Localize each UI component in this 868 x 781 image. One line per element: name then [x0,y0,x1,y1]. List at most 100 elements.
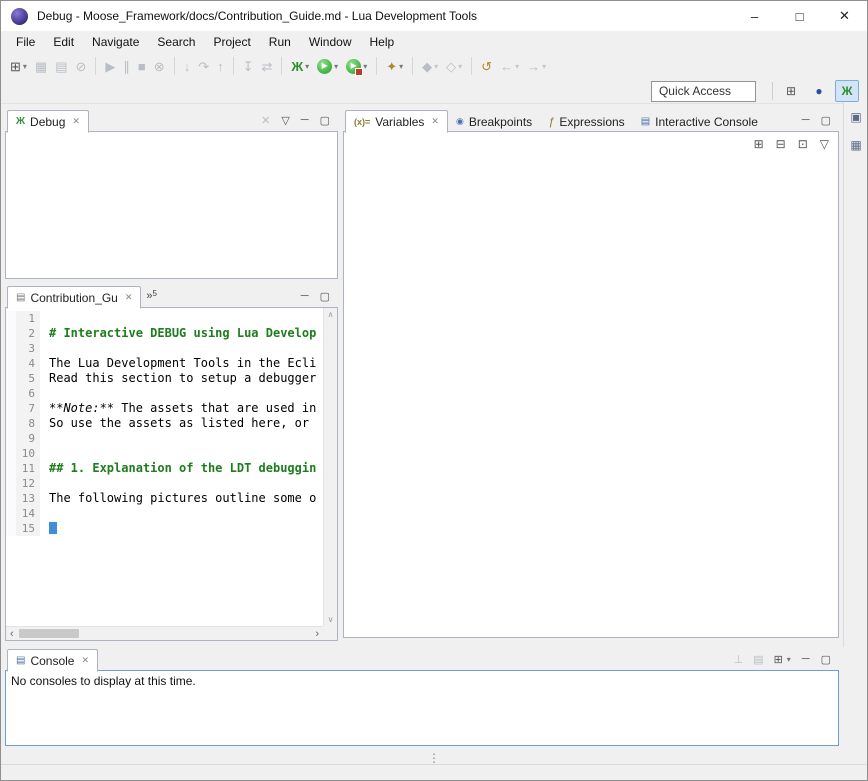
print-button[interactable]: ▤ [52,55,70,77]
disconnect-button[interactable]: ⊗ [151,55,168,77]
editor-tab-overflow[interactable]: » 5 [141,288,162,308]
last-edit-location-button[interactable]: ↺ [478,55,495,77]
next-annotation-button[interactable]: ◆▾ [419,55,441,77]
run-button[interactable]: ▶▾ [314,55,341,77]
resume-button[interactable]: ▶ [102,55,118,77]
pin-console-button[interactable]: ⊥ [734,653,744,666]
debug-button[interactable]: Ж▾ [288,55,312,77]
editor-line[interactable]: 5Read this section to setup a debugger [6,371,323,386]
open-perspective-button[interactable]: ⊞ [779,80,803,102]
menu-navigate[interactable]: Navigate [83,32,148,52]
window-minimize-button[interactable]: – [732,1,777,31]
terminate-button[interactable]: ■ [135,55,149,77]
step-return-button[interactable]: ↑ [214,55,227,77]
menu-run[interactable]: Run [260,32,300,52]
tab-breakpoints[interactable]: ◉Breakpoints [448,111,540,132]
menu-file[interactable]: File [7,32,44,52]
menu-help[interactable]: Help [361,32,404,52]
editor-line[interactable]: 4The Lua Development Tools in the Ecli [6,356,323,371]
dropdown-arrow-icon[interactable]: ▾ [363,62,367,71]
remove-all-terminated-button[interactable]: ✕ [261,114,270,127]
editor-line[interactable]: 8So use the assets as listed here, or [6,416,323,431]
maximize-view-icon[interactable]: ▢ [320,114,330,127]
editor-line[interactable]: 12 [6,476,323,491]
editor-line[interactable]: 6 [6,386,323,401]
scroll-left-icon[interactable]: ‹ [10,628,14,640]
editor-horizontal-scrollbar[interactable]: ‹ › [6,626,323,640]
skip-all-breakpoints-button[interactable]: ⊘ [73,55,90,77]
dropdown-arrow-icon[interactable]: ▾ [458,62,462,71]
tab-close-icon[interactable]: ✕ [125,292,133,303]
forward-button[interactable]: →▾ [524,55,549,77]
editor-line[interactable]: 13The following pictures outline some o [6,491,323,506]
editor-line[interactable]: 1 [6,311,323,326]
minimize-view-icon[interactable]: ─ [802,114,810,126]
window-maximize-button[interactable]: □ [777,1,822,31]
menu-project[interactable]: Project [204,32,259,52]
maximize-view-icon[interactable]: ▢ [320,290,330,303]
scroll-up-icon[interactable]: ∧ [328,310,334,319]
new-wizard-button[interactable]: ⊞▾ [7,55,30,77]
restore-minimized-view-1-button[interactable]: ▣ [850,110,861,124]
editor-line[interactable]: 14 [6,506,323,521]
editor-code[interactable]: 12# Interactive DEBUG using Lua Develop3… [6,308,323,626]
quick-access-input[interactable]: Quick Access [651,81,756,102]
debug-perspective-button[interactable]: Ж [835,80,859,102]
menu-window[interactable]: Window [300,32,361,52]
scrollbar-thumb[interactable] [19,629,79,638]
menu-edit[interactable]: Edit [44,32,83,52]
tab-variables[interactable]: (x)=Variables✕ [345,110,448,133]
scroll-right-icon[interactable]: › [315,628,319,640]
step-over-button[interactable]: ↷ [195,55,212,77]
dropdown-arrow-icon[interactable]: ▾ [305,62,309,71]
tab-close-icon[interactable]: ✕ [81,655,89,666]
editor-line[interactable]: 11## 1. Explanation of the LDT debuggin [6,461,323,476]
view-menu-icon[interactable]: ▽ [281,114,289,127]
previous-annotation-button[interactable]: ◇▾ [443,55,465,77]
dropdown-arrow-icon[interactable]: ▾ [23,62,27,71]
collapse-all-button[interactable]: ⊟ [776,137,786,151]
editor-line[interactable]: 3 [6,341,323,356]
show-logical-structure-button[interactable]: ⊞ [754,137,764,151]
suspend-button[interactable]: ∥ [120,55,133,77]
minimize-view-icon[interactable]: ─ [301,114,309,126]
dropdown-arrow-icon[interactable]: ▾ [434,62,438,71]
window-close-button[interactable]: ✕ [822,1,867,31]
dropdown-arrow-icon[interactable]: ▾ [399,62,403,71]
dropdown-arrow-icon[interactable]: ▾ [334,62,338,71]
tab-expressions[interactable]: ƒExpressions [540,111,633,132]
tab-close-icon[interactable]: ✕ [431,116,439,127]
restore-minimized-view-2-button[interactable]: ▦ [850,138,861,152]
dropdown-arrow-icon[interactable]: ▾ [542,62,546,71]
dropdown-arrow-icon[interactable]: ▾ [515,62,519,71]
drop-to-frame-button[interactable]: ↧ [240,55,257,77]
sash-drag-handle[interactable]: ⋮ [428,751,440,765]
tab-debug[interactable]: Ж Debug ✕ [7,110,89,133]
external-tools-button[interactable]: ▶▾ [343,55,370,77]
tab-close-icon[interactable]: ✕ [72,116,80,127]
view-menu-button[interactable]: ▽ [820,137,829,151]
open-console-button[interactable]: ⊞▾ [774,653,791,666]
minimize-view-icon[interactable]: ─ [802,653,810,665]
dropdown-arrow-icon[interactable]: ▾ [787,655,791,664]
editor-line[interactable]: 2# Interactive DEBUG using Lua Develop [6,326,323,341]
minimize-view-icon[interactable]: ─ [301,290,309,302]
scroll-down-icon[interactable]: ∨ [328,615,334,624]
tab-interactive-console[interactable]: ▤Interactive Console [633,111,766,132]
ldt-perspective-button[interactable]: ● [807,80,831,102]
editor-line[interactable]: 10 [6,446,323,461]
step-into-button[interactable]: ↓ [181,55,194,77]
back-button[interactable]: ←▾ [497,55,522,77]
tab-console[interactable]: ▤ Console ✕ [7,649,98,672]
use-step-filters-button[interactable]: ⇄ [259,55,276,77]
editor-line[interactable]: 15 [6,521,323,536]
tab-contribution-guide[interactable]: ▤ Contribution_Gu ✕ [7,286,141,309]
maximize-view-icon[interactable]: ▢ [821,653,831,666]
editor-line[interactable]: 9 [6,431,323,446]
editor-vertical-scrollbar[interactable]: ∧ ∨ [323,308,337,626]
display-selected-console-button[interactable]: ▤ [753,653,763,666]
editor-line[interactable]: 7**Note:** The assets that are used in [6,401,323,416]
menu-search[interactable]: Search [148,32,204,52]
pin-view-button[interactable]: ⊡ [798,137,808,151]
save-button[interactable]: ▦ [32,55,50,77]
